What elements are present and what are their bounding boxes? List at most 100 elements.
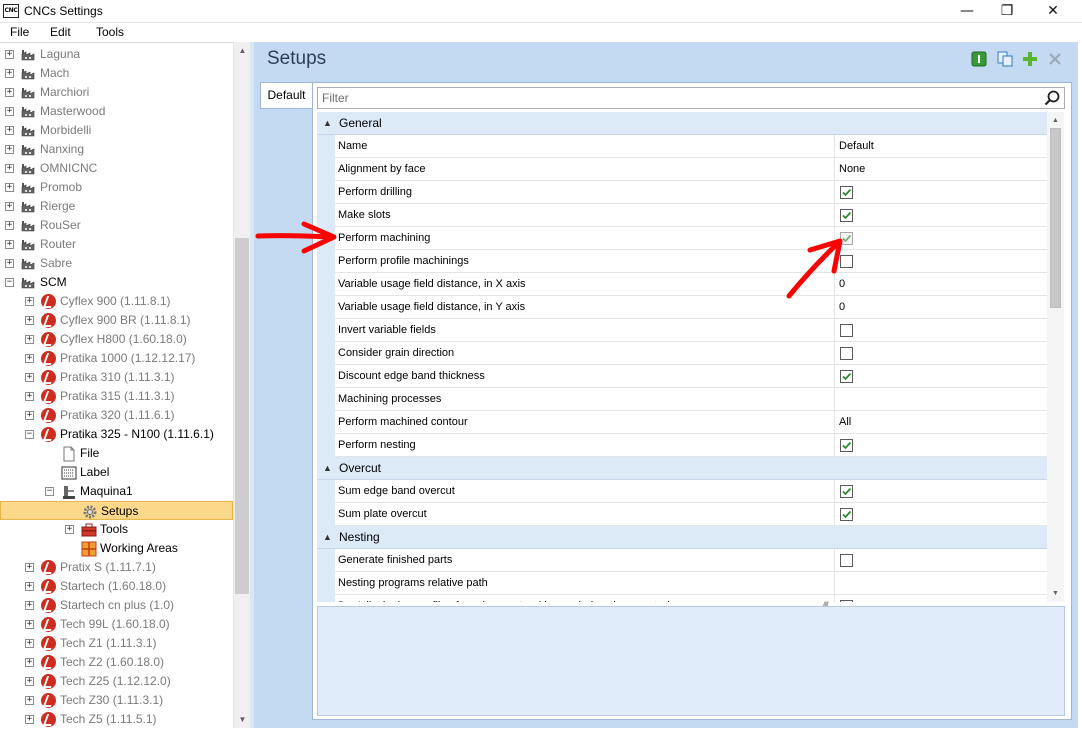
property-checkbox[interactable]: [840, 485, 853, 498]
property-row[interactable]: Perform drilling: [317, 181, 1047, 204]
info-icon[interactable]: [971, 51, 987, 67]
property-row[interactable]: Invert variable fields: [317, 319, 1047, 342]
scroll-up-icon[interactable]: ▲: [1047, 112, 1064, 129]
expand-icon[interactable]: +: [5, 259, 14, 268]
property-checkbox[interactable]: [840, 554, 853, 567]
property-row[interactable]: Name Default: [317, 135, 1047, 158]
tree-item-maker[interactable]: + Rierge: [0, 197, 233, 216]
expand-icon[interactable]: +: [5, 145, 14, 154]
tree-item-machine[interactable]: + Startech (1.60.18.0): [0, 577, 233, 596]
property-row[interactable]: Perform nesting: [317, 434, 1047, 457]
expand-icon[interactable]: +: [65, 525, 74, 534]
property-row[interactable]: Generate finished parts: [317, 549, 1047, 572]
property-row[interactable]: Perform machining: [317, 227, 1047, 250]
tree-item-machine[interactable]: + Cyflex H800 (1.60.18.0): [0, 330, 233, 349]
menu-file[interactable]: File: [10, 25, 29, 39]
expand-icon[interactable]: +: [25, 335, 34, 344]
tree-item-maker[interactable]: + Marchiori: [0, 83, 233, 102]
expand-icon[interactable]: +: [25, 658, 34, 667]
tree-item-machine[interactable]: + Tech 99L (1.60.18.0): [0, 615, 233, 634]
property-row[interactable]: Perform profile machinings: [317, 250, 1047, 273]
tree-item-label[interactable]: Label: [0, 463, 233, 482]
category-general[interactable]: ▲ General: [317, 112, 1047, 135]
expand-icon[interactable]: +: [5, 164, 14, 173]
collapse-caret-icon[interactable]: ▲: [323, 526, 332, 548]
tree-item-machine[interactable]: + Startech cn plus (1.0): [0, 596, 233, 615]
copy-icon[interactable]: [997, 51, 1013, 67]
property-row[interactable]: Alignment by face None: [317, 158, 1047, 181]
category-nesting[interactable]: ▲ Nesting: [317, 526, 1047, 549]
tree-item-machine[interactable]: + Tech Z30 (1.11.3.1): [0, 691, 233, 710]
property-checkbox[interactable]: [840, 600, 853, 602]
menu-edit[interactable]: Edit: [50, 25, 71, 39]
tree-item-maker[interactable]: + Masterwood: [0, 102, 233, 121]
tree-item-maquina[interactable]: − Maquina1: [0, 482, 233, 501]
tree-item-maker[interactable]: + OMNICNC: [0, 159, 233, 178]
expand-icon[interactable]: +: [25, 373, 34, 382]
cnc-tree[interactable]: + Laguna + Mach + Marchiori + Masterwood + Morbid…: [0, 42, 233, 728]
tree-item-machine[interactable]: + Cyflex 900 BR (1.11.8.1): [0, 311, 233, 330]
expand-icon[interactable]: +: [25, 639, 34, 648]
tree-item-machine[interactable]: + Tech Z2 (1.60.18.0): [0, 653, 233, 672]
property-value[interactable]: 0: [836, 273, 1047, 296]
expand-icon[interactable]: +: [25, 411, 34, 420]
expand-icon[interactable]: +: [5, 50, 14, 59]
expand-icon[interactable]: +: [25, 696, 34, 705]
tree-item-maker[interactable]: + Nanxing: [0, 140, 233, 159]
close-button[interactable]: ✕: [1030, 0, 1076, 23]
expand-icon[interactable]: +: [25, 582, 34, 591]
property-row[interactable]: Consider grain direction: [317, 342, 1047, 365]
tree-item-machine[interactable]: + Cyflex 900 (1.11.8.1): [0, 292, 233, 311]
tree-item-maker[interactable]: + RouSer: [0, 216, 233, 235]
tree-item-maker[interactable]: + Laguna: [0, 45, 233, 64]
delete-icon[interactable]: [1047, 51, 1063, 67]
tree-item-machine[interactable]: + Pratika 1000 (1.12.12.17): [0, 349, 233, 368]
tab-default[interactable]: Default: [260, 82, 312, 109]
expand-icon[interactable]: +: [25, 601, 34, 610]
grid-scrollbar[interactable]: ▲ ▼: [1047, 112, 1064, 602]
tree-item-machine[interactable]: + Pratika 310 (1.11.3.1): [0, 368, 233, 387]
tree-item-open-machine[interactable]: − Pratika 325 - N100 (1.11.6.1): [0, 425, 233, 444]
tree-item-maker[interactable]: + Sabre: [0, 254, 233, 273]
property-checkbox[interactable]: [840, 347, 853, 360]
tree-item-maker[interactable]: + Router: [0, 235, 233, 254]
expand-icon[interactable]: +: [25, 354, 34, 363]
tree-item-machine[interactable]: + Pratika 315 (1.11.3.1): [0, 387, 233, 406]
expand-icon[interactable]: +: [25, 677, 34, 686]
property-checkbox[interactable]: [840, 324, 853, 337]
category-overcut[interactable]: ▲ Overcut: [317, 457, 1047, 480]
property-row[interactable]: Don't list in the csv file of nesting, p…: [317, 595, 1047, 602]
property-checkbox[interactable]: [840, 255, 853, 268]
search-icon[interactable]: [1044, 90, 1060, 106]
property-value[interactable]: 0: [836, 296, 1047, 319]
tree-item-setups[interactable]: Setups: [0, 501, 233, 520]
property-row[interactable]: Variable usage field distance, in Y axis…: [317, 296, 1047, 319]
expand-icon[interactable]: +: [5, 107, 14, 116]
scroll-up-icon[interactable]: ▲: [234, 42, 251, 59]
property-row[interactable]: Sum plate overcut: [317, 503, 1047, 526]
property-checkbox[interactable]: [840, 370, 853, 383]
property-checkbox[interactable]: [840, 186, 853, 199]
expand-icon[interactable]: +: [5, 202, 14, 211]
collapse-caret-icon[interactable]: ▲: [323, 457, 332, 479]
tree-item-tools[interactable]: + Tools: [0, 520, 233, 539]
tree-item-machine[interactable]: + Pratika 320 (1.11.6.1): [0, 406, 233, 425]
collapse-icon[interactable]: −: [25, 430, 34, 439]
tree-item-maker[interactable]: + Morbidelli: [0, 121, 233, 140]
collapse-icon[interactable]: −: [5, 278, 14, 287]
menu-tools[interactable]: Tools: [96, 25, 124, 39]
filter-input[interactable]: [318, 88, 1018, 108]
expand-icon[interactable]: +: [25, 563, 34, 572]
add-icon[interactable]: [1022, 51, 1038, 67]
expand-icon[interactable]: +: [25, 392, 34, 401]
property-row[interactable]: Nesting programs relative path: [317, 572, 1047, 595]
tree-item-scm[interactable]: − SCM: [0, 273, 233, 292]
scroll-down-icon[interactable]: ▼: [1047, 585, 1064, 602]
tree-item-machine[interactable]: + Tech Z1 (1.11.3.1): [0, 634, 233, 653]
property-value[interactable]: None: [836, 158, 1047, 181]
property-value[interactable]: [836, 572, 1047, 595]
property-row[interactable]: Sum edge band overcut: [317, 480, 1047, 503]
expand-icon[interactable]: +: [5, 88, 14, 97]
property-row[interactable]: Discount edge band thickness: [317, 365, 1047, 388]
tree-item-machine[interactable]: + Tech Z25 (1.12.12.0): [0, 672, 233, 691]
